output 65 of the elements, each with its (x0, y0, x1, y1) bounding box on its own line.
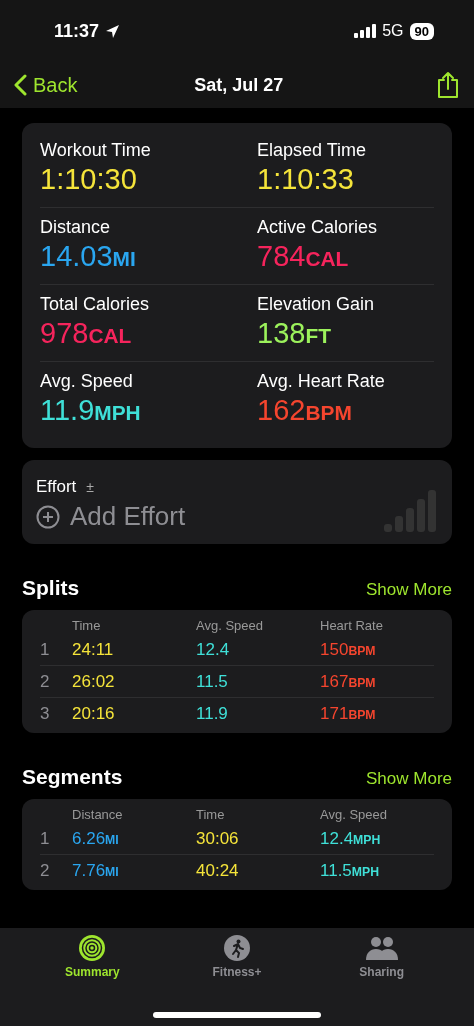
share-icon[interactable] (436, 71, 460, 99)
metric-value: 784CAL (257, 240, 350, 273)
metric-label: Workout Time (40, 140, 152, 161)
tab[interactable]: Summary (47, 934, 138, 986)
metric-value: 162BPM (257, 394, 353, 427)
table-cell-text: 150BPM (320, 639, 377, 660)
row-number: 1 (40, 828, 51, 849)
tab[interactable]: Fitness+ (192, 934, 282, 986)
table-cell-text: 171BPM (320, 703, 377, 724)
row-number: 2 (40, 671, 51, 692)
table-cell-text: 6.26MI (72, 828, 120, 849)
table-cell-text: 40:24 (196, 860, 240, 881)
table-cell-text: 7.76MI (72, 860, 120, 881)
table-cell-text: 12.4 (196, 639, 231, 660)
column-header: Avg. Speed (320, 806, 388, 822)
section-title: Splits (22, 576, 80, 600)
column-header: Time (72, 617, 102, 633)
table-cell-text: 11.5MPH (320, 860, 380, 881)
metric-value: 14.03MI (40, 240, 137, 273)
table-cell-text: 20:16 (72, 703, 116, 724)
plus-circle-icon (36, 504, 60, 529)
metric-value: 138FT (257, 317, 332, 350)
people-icon (364, 934, 399, 962)
table-cell-text: 30:06 (196, 828, 240, 849)
network-label: 5G (382, 22, 404, 40)
table-cell-text: 167BPM (320, 671, 377, 692)
location-arrow-icon (105, 23, 121, 39)
column-header: Avg. Speed (196, 617, 264, 633)
signal-icon (354, 24, 377, 38)
back-button[interactable]: Back (14, 73, 78, 97)
column-header: Distance (72, 806, 124, 822)
metric-value: 978CAL (40, 317, 133, 350)
tab[interactable]: Sharing (336, 934, 427, 986)
table-cell-text: 11.5 (196, 671, 229, 692)
metric-label: Elevation Gain (257, 294, 376, 315)
row-number: 3 (40, 703, 51, 724)
metric-label: Distance (40, 217, 112, 238)
rings-icon (78, 934, 107, 962)
battery-indicator: 90 (409, 22, 434, 40)
column-header: Heart Rate (320, 617, 384, 633)
column-header: Time (196, 806, 226, 822)
table-cell-text: 11.9 (196, 703, 229, 724)
show-more-link[interactable]: Show More (366, 769, 452, 789)
runner-icon (223, 934, 251, 962)
metric-value: 11.9MPH (40, 394, 142, 427)
metric-value: 1:10:33 (257, 163, 355, 196)
table-cell-text: 26:02 (72, 671, 116, 692)
clock: 11:37 (54, 20, 100, 42)
effort-label: Effort (36, 477, 77, 497)
show-more-link[interactable]: Show More (366, 580, 452, 600)
plus-minus-mark: ± (86, 479, 94, 495)
add-effort-button[interactable]: Add Effort (36, 501, 186, 532)
metric-label: Avg. Heart Rate (257, 371, 386, 392)
table-cell-text: 12.4MPH (320, 828, 382, 849)
metric-label: Avg. Speed (40, 371, 134, 392)
chevron-left-icon (14, 74, 27, 96)
metric-label: Elapsed Time (257, 140, 368, 161)
page-title: Sat, Jul 27 (194, 74, 284, 96)
table-cell-text: 24:11 (72, 639, 115, 660)
row-number: 2 (40, 860, 51, 881)
metric-value: 1:10:30 (40, 163, 138, 196)
metric-label: Total Calories (40, 294, 151, 315)
section-title: Segments (22, 765, 123, 789)
metric-label: Active Calories (257, 217, 379, 238)
row-number: 1 (40, 639, 51, 660)
